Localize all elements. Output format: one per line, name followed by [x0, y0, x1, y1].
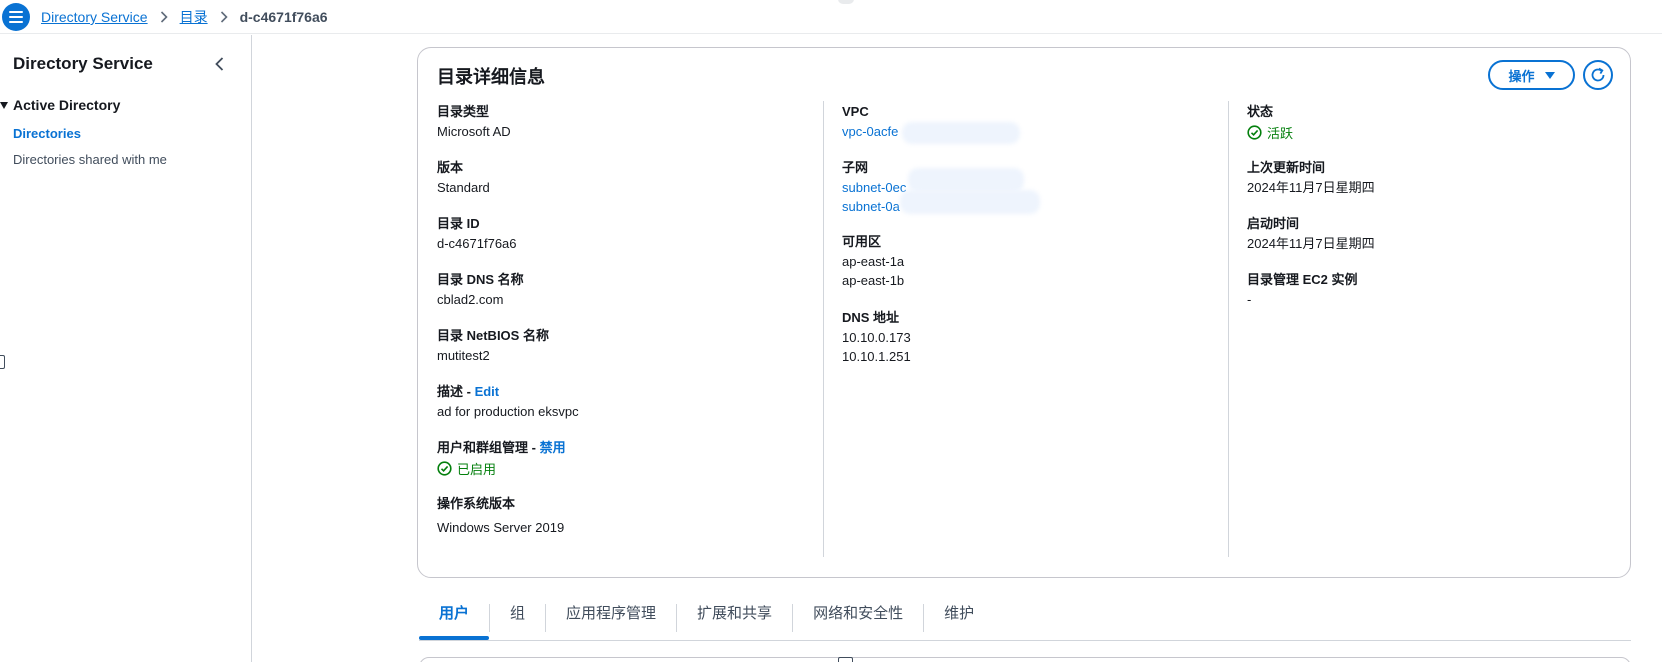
top-indicator: [838, 0, 854, 4]
sidebar-handle[interactable]: [0, 355, 5, 369]
field-value: cblad2.com: [437, 292, 504, 307]
field-value: ap-east-1b: [842, 273, 905, 288]
chevron-right-icon: [220, 11, 228, 23]
field-dns-name: 目录 DNS 名称 cblad2.com: [437, 270, 524, 310]
disable-ugm-link[interactable]: 禁用: [540, 440, 566, 455]
field-dns-addresses: DNS 地址 10.10.0.173 10.10.1.251: [842, 308, 911, 366]
column-divider: [1228, 101, 1229, 557]
actions-label: 操作: [1508, 68, 1535, 84]
status-text: 活跃: [1267, 125, 1294, 141]
tab-scale-and-share[interactable]: 扩展和共享: [677, 604, 792, 634]
field-label: DNS 地址: [842, 310, 900, 325]
sidebar-section-active-directory[interactable]: Active Directory: [0, 97, 120, 113]
chevron-left-icon[interactable]: [215, 57, 224, 74]
field-description: 描述 - Edit ad for production eksvpc: [437, 382, 579, 422]
field-value: 2024年11月7日星期四: [1247, 236, 1375, 251]
chevron-right-icon: [160, 11, 168, 23]
field-label: 状态: [1247, 104, 1274, 119]
field-label: 启动时间: [1247, 216, 1300, 231]
field-ec2-instances: 目录管理 EC2 实例 -: [1247, 270, 1358, 310]
field-value: Standard: [437, 180, 490, 195]
field-value: ap-east-1a: [842, 254, 905, 269]
field-value: Microsoft AD: [437, 124, 511, 139]
refresh-icon: [1591, 67, 1605, 82]
field-availability-zones: 可用区 ap-east-1a ap-east-1b: [842, 232, 904, 290]
bottom-indicator: [838, 657, 853, 662]
field-label: 版本: [437, 160, 464, 175]
field-label: 可用区: [842, 234, 882, 249]
sidebar-section-label: Active Directory: [13, 97, 121, 113]
check-circle-icon: [1247, 124, 1262, 140]
edit-description-link[interactable]: Edit: [475, 384, 500, 399]
field-label: 用户和群组管理 - 禁用: [437, 438, 566, 458]
tab-bar: 用户 组 应用程序管理 扩展和共享 网络和安全性 维护: [419, 604, 994, 640]
breadcrumb: Directory Service 目录 d-c4671f76a6: [41, 7, 328, 27]
field-label: 操作系统版本: [437, 496, 516, 511]
check-circle-icon: [437, 460, 452, 476]
refresh-button[interactable]: [1583, 60, 1613, 90]
top-bar: Directory Service 目录 d-c4671f76a6: [0, 0, 1662, 34]
directory-details-card: 目录详细信息 操作 目录类型 Microsoft AD 版本 Standard …: [417, 47, 1631, 578]
field-directory-id: 目录 ID d-c4671f76a6: [437, 214, 517, 254]
sidebar: Directory Service Active Directory Direc…: [0, 35, 252, 662]
field-label: 目录 ID: [437, 216, 480, 231]
field-label: 描述 - Edit: [437, 382, 579, 402]
subnet-link[interactable]: subnet-0ec: [842, 178, 906, 197]
tabs-underline: [419, 640, 1631, 641]
field-vpc: VPC vpc-0acfe: [842, 102, 898, 142]
subnet-link[interactable]: subnet-0a: [842, 197, 906, 216]
description-label: 描述 -: [437, 384, 475, 399]
field-value: 10.10.1.251: [842, 349, 911, 364]
field-value: mutitest2: [437, 348, 490, 363]
breadcrumb-directories[interactable]: 目录: [180, 7, 208, 27]
column-divider: [823, 101, 824, 557]
field-edition: 版本 Standard: [437, 158, 490, 198]
caret-down-icon: [1544, 71, 1555, 79]
field-label: 目录类型: [437, 104, 490, 119]
status-enabled: 已启用: [437, 458, 566, 478]
field-netbios-name: 目录 NetBIOS 名称 mutitest2: [437, 326, 549, 366]
redaction-blur: [900, 190, 1040, 214]
field-os-version: 操作系统版本 Windows Server 2019: [437, 494, 564, 538]
tab-users[interactable]: 用户: [419, 604, 490, 640]
field-launch-time: 启动时间 2024年11月7日星期四: [1247, 214, 1375, 254]
field-directory-type: 目录类型 Microsoft AD: [437, 102, 511, 142]
sidebar-item-directories[interactable]: Directories: [13, 126, 81, 141]
field-label: 上次更新时间: [1247, 160, 1326, 175]
status-text: 已启用: [457, 461, 497, 477]
breadcrumb-directory-service[interactable]: Directory Service: [41, 9, 148, 25]
field-value: -: [1247, 292, 1252, 307]
tab-groups[interactable]: 组: [490, 604, 545, 634]
field-value: ad for production eksvpc: [437, 404, 579, 419]
tab-maintenance[interactable]: 维护: [924, 604, 994, 634]
card-title: 目录详细信息: [437, 67, 545, 87]
redaction-blur: [902, 122, 1020, 144]
field-last-updated: 上次更新时间 2024年11月7日星期四: [1247, 158, 1375, 198]
tab-content-card: [419, 657, 1631, 662]
field-label: 目录 NetBIOS 名称: [437, 328, 549, 343]
sidebar-item-shared-directories[interactable]: Directories shared with me: [13, 152, 167, 167]
field-value: Windows Server 2019: [437, 520, 565, 535]
tab-application-management[interactable]: 应用程序管理: [546, 604, 676, 634]
field-label: 目录管理 EC2 实例: [1247, 272, 1358, 287]
tab-networking-security[interactable]: 网络和安全性: [793, 604, 923, 634]
vpc-link[interactable]: vpc-0acfe: [842, 122, 898, 142]
field-status: 状态 活跃: [1247, 102, 1293, 142]
menu-icon[interactable]: [2, 3, 30, 31]
sidebar-title: Directory Service: [13, 54, 153, 73]
redaction-blur: [908, 168, 1024, 192]
ugm-label: 用户和群组管理 -: [437, 440, 540, 455]
field-user-group-management: 用户和群组管理 - 禁用 已启用: [437, 438, 566, 478]
field-value: 10.10.0.173: [842, 330, 911, 345]
field-label: 目录 DNS 名称: [437, 272, 524, 287]
field-label: VPC: [842, 104, 869, 119]
breadcrumb-current: d-c4671f76a6: [239, 9, 328, 25]
actions-dropdown-button[interactable]: 操作: [1488, 60, 1575, 90]
field-value: d-c4671f76a6: [437, 236, 517, 251]
caret-down-icon: [0, 101, 8, 109]
field-value: 2024年11月7日星期四: [1247, 180, 1375, 195]
field-label: 子网: [842, 160, 869, 175]
status-active: 活跃: [1247, 122, 1293, 142]
field-subnets: 子网 subnet-0ec subnet-0a: [842, 158, 906, 216]
